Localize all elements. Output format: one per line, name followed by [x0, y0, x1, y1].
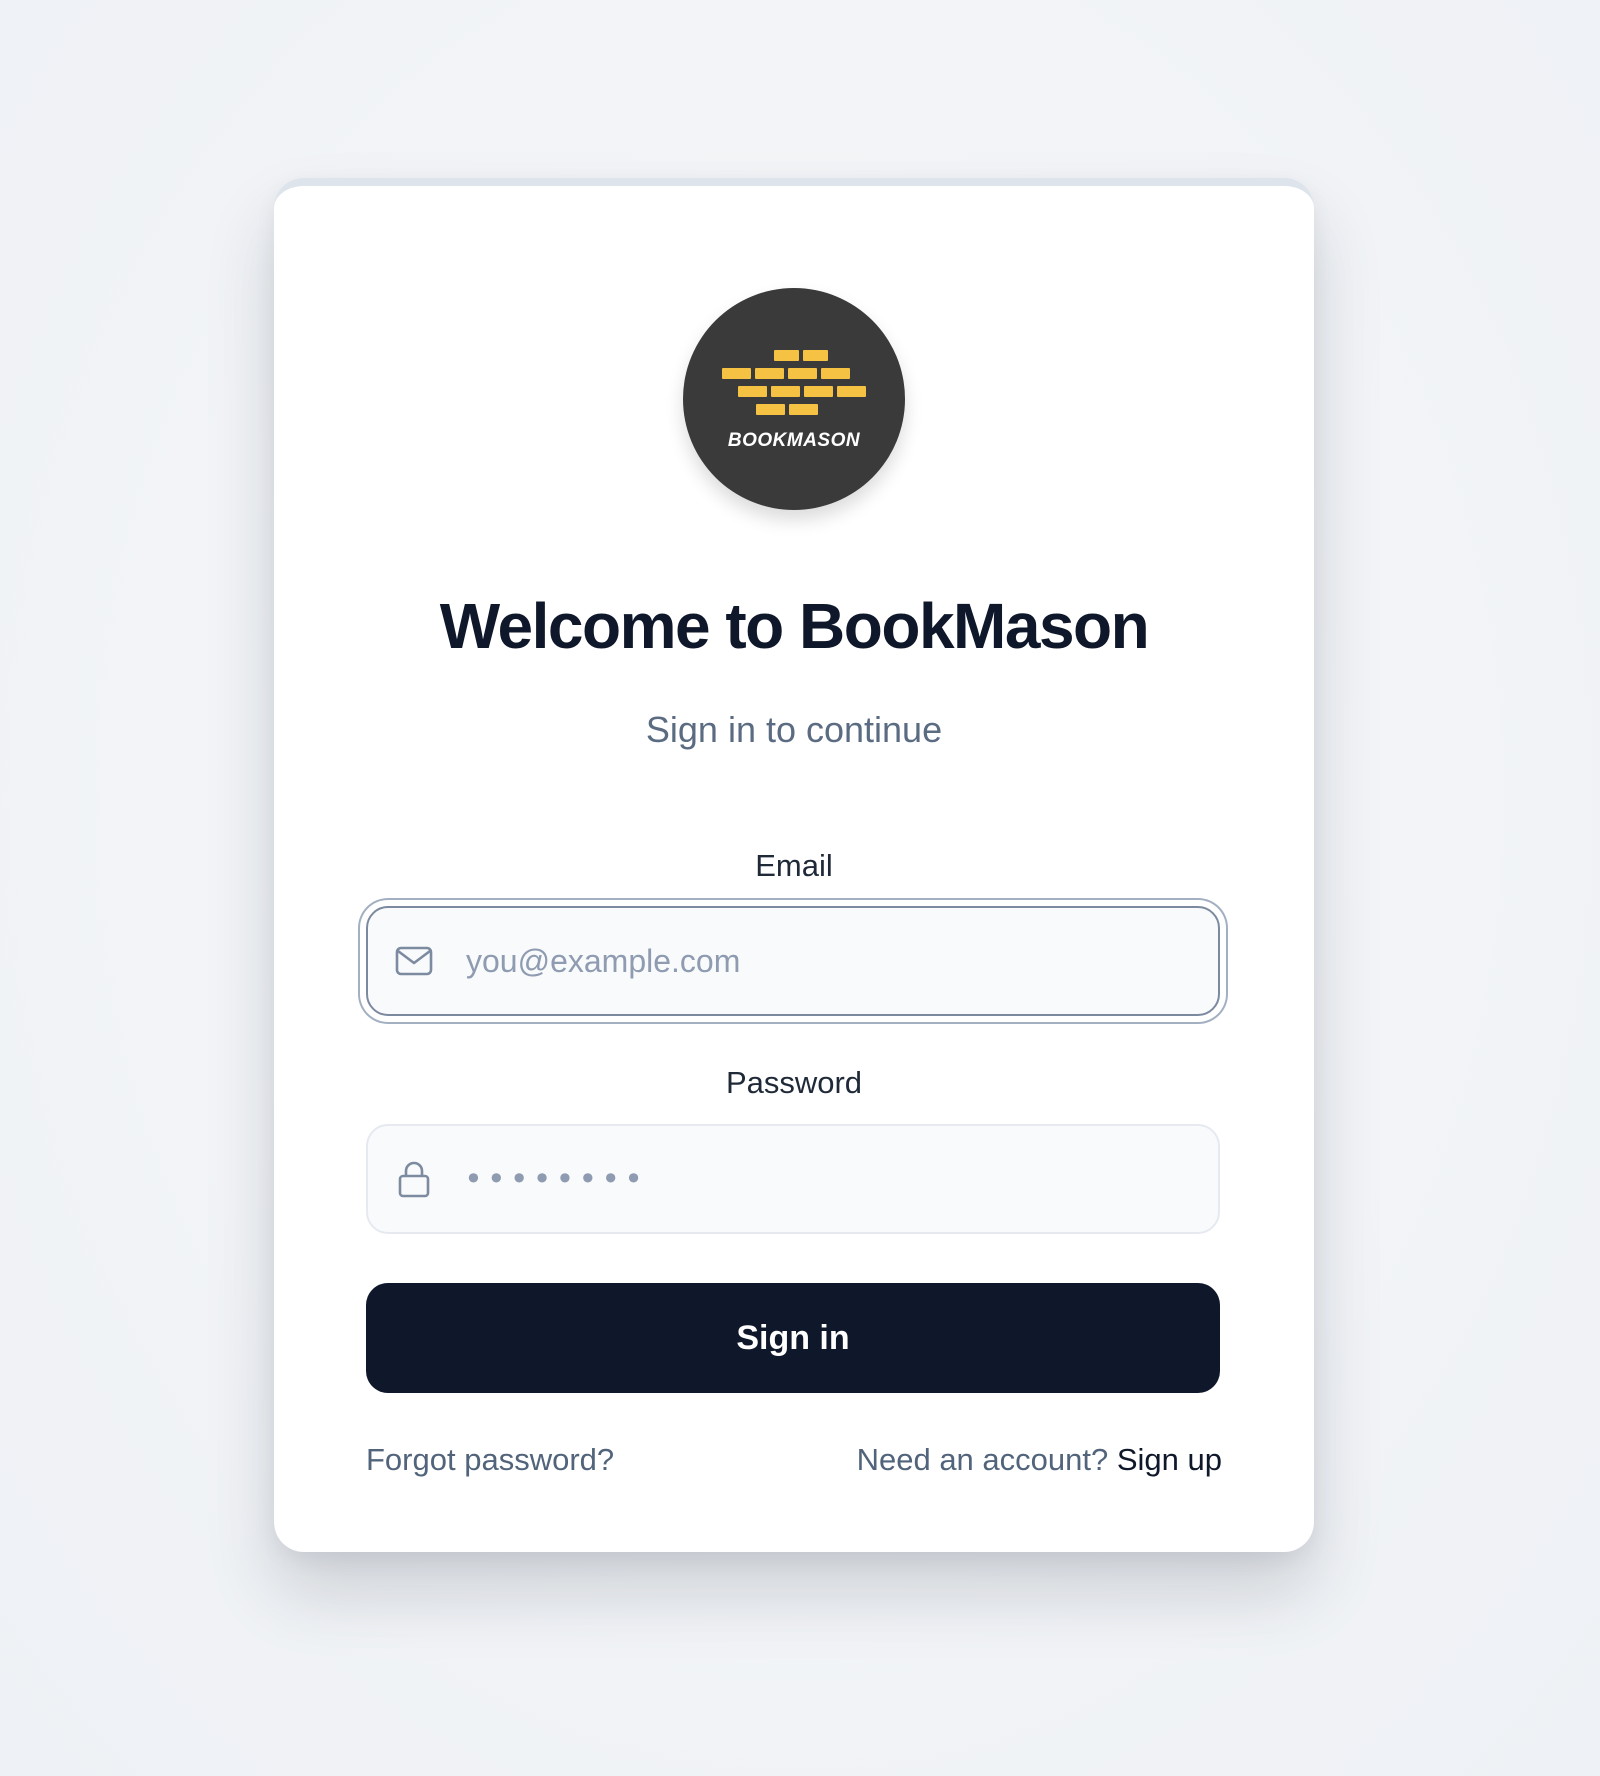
password-field[interactable]: ••••••••: [366, 1124, 1220, 1234]
sign-up-link[interactable]: Sign up: [1117, 1442, 1222, 1477]
signin-card: BOOKMASON Welcome to BookMason Sign in t…: [274, 178, 1314, 1552]
signup-prompt: Need an account?: [856, 1442, 1109, 1477]
logo-wordmark: BOOKMASON: [728, 430, 861, 451]
page-subtitle: Sign in to continue: [645, 709, 943, 750]
password-input[interactable]: ••••••••: [464, 1160, 647, 1198]
brick-wall-logo-icon: BOOKMASON: [722, 350, 866, 451]
mail-icon: [394, 941, 434, 981]
signup-row: Need an account? Sign up: [857, 1444, 1222, 1475]
email-label: Email: [755, 848, 833, 883]
sign-in-button[interactable]: Sign in: [366, 1283, 1220, 1393]
bookmason-logo: BOOKMASON: [683, 288, 905, 510]
forgot-password-link[interactable]: Forgot password?: [366, 1444, 614, 1475]
lock-icon: [394, 1159, 434, 1199]
email-input[interactable]: [464, 930, 1218, 992]
page-title: Welcome to BookMason: [439, 590, 1150, 662]
email-field[interactable]: [366, 906, 1220, 1016]
password-label: Password: [725, 1065, 863, 1100]
